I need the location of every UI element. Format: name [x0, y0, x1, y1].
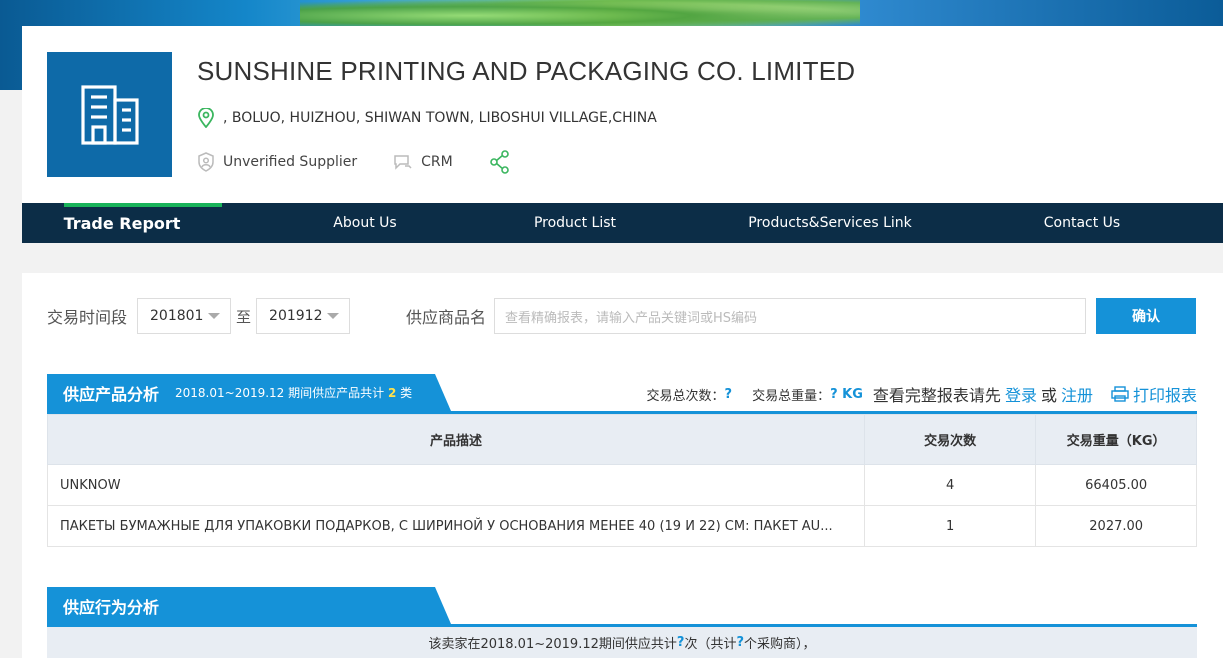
trade-report-panel: 交易时间段 201801 至 201912 供应商品名 查看精确报表，请输入产品… [22, 273, 1223, 658]
subtitle-pre: 2018.01~2019.12 期间供应产品共计 [175, 386, 385, 400]
total-count-value: ? [724, 386, 733, 402]
trade-stats: 交易总次数： ? 交易总重量： ? KG 查看完整报表请先 登录 或 注册 打印… [647, 382, 1197, 406]
company-address: , BOLUO, HUIZHOU, SHIWAN TOWN, LIBOSHUI … [197, 108, 657, 128]
table-header-row: 产品描述 交易次数 交易重量（KG） [47, 414, 1197, 465]
behavior-section-title: 供应行为分析 [63, 597, 160, 617]
col-header-desc: 产品描述 [47, 414, 865, 465]
company-meta: Unverified Supplier CRM [197, 150, 555, 174]
period-from-value: 201801 [150, 308, 204, 324]
supplier-status-label: Unverified Supplier [223, 154, 358, 170]
product-count: 2 [387, 386, 397, 400]
tab-product-list[interactable]: Product List [508, 203, 642, 243]
share-button[interactable] [489, 150, 519, 174]
company-name: SUNSHINE PRINTING AND PACKAGING CO. LIMI… [197, 56, 856, 86]
period-to-label: 至 [236, 307, 252, 326]
row-desc: ПАКЕТЫ БУМАЖНЫЕ ДЛЯ УПАКОВКИ ПОДАРКОВ, С… [47, 505, 865, 547]
table-row: UNKNOW 4 66405.00 [47, 464, 1197, 506]
total-weight-value: ? KG [830, 386, 863, 402]
summary-pre: 该卖家在2018.01~2019.12期间供应共计 [428, 637, 677, 652]
address-text: , BOLUO, HUIZHOU, SHIWAN TOWN, LIBOSHUI … [223, 110, 657, 126]
period-to-value: 201912 [269, 308, 323, 324]
behavior-section-header: 供应行为分析 [47, 587, 1197, 627]
row-count: 1 [863, 505, 1037, 547]
register-link[interactable]: 注册 [1061, 382, 1093, 406]
col-header-count: 交易次数 [863, 414, 1037, 465]
chevron-down-icon [208, 313, 221, 319]
summary-post: 个采购商）， [744, 637, 816, 652]
login-link[interactable]: 登录 [1005, 382, 1037, 406]
product-section-header: 供应产品分析 2018.01~2019.12 期间供应产品共计 2 类 交易总次… [47, 374, 1197, 414]
tab-about-us[interactable]: About Us [222, 203, 508, 243]
supplier-status: Unverified Supplier [197, 152, 357, 172]
printer-icon[interactable] [1111, 386, 1129, 402]
summary-q1: ? [676, 635, 685, 650]
share-icon [489, 150, 509, 174]
crm-label: CRM [421, 154, 453, 170]
or-text: 或 [1040, 386, 1057, 405]
product-section-tab: 供应产品分析 2018.01~2019.12 期间供应产品共计 2 类 [47, 374, 451, 411]
col-header-weight: 交易重量（KG） [1035, 414, 1197, 465]
shield-user-icon [198, 152, 214, 172]
table-row: ПАКЕТЫ БУМАЖНЫЕ ДЛЯ УПАКОВКИ ПОДАРКОВ, С… [47, 505, 1197, 547]
behavior-section-tab: 供应行为分析 [47, 587, 451, 624]
product-section-subtitle: 2018.01~2019.12 期间供应产品共计 2 类 [175, 384, 412, 401]
period-to-select[interactable]: 201912 [256, 298, 351, 334]
period-from-select[interactable]: 201801 [137, 298, 232, 334]
building-icon [80, 84, 139, 145]
product-section-title: 供应产品分析 [63, 384, 160, 404]
row-weight: 2027.00 [1035, 505, 1197, 547]
product-label: 供应商品名 [406, 308, 487, 327]
period-label: 交易时间段 [47, 308, 128, 327]
crm-icon [394, 155, 412, 170]
summary-q2: ? [736, 635, 744, 650]
company-card: SUNSHINE PRINTING AND PACKAGING CO. LIMI… [22, 26, 1223, 203]
row-count: 4 [863, 464, 1037, 506]
tab-contact-us[interactable]: Contact Us [1018, 203, 1146, 243]
product-search-input[interactable]: 查看精确报表，请输入产品关键词或HS编码 [494, 298, 1086, 334]
banner-decoration [300, 0, 860, 26]
period-filter: 交易时间段 201801 至 201912 供应商品名 [47, 298, 486, 334]
company-logo [47, 52, 172, 177]
product-table: 产品描述 交易次数 交易重量（KG） UNKNOW 4 66405.00 ПАК… [47, 414, 1197, 547]
row-weight: 66405.00 [1035, 464, 1197, 506]
tab-trade-report[interactable]: Trade Report [22, 203, 222, 243]
confirm-button[interactable]: 确认 [1096, 298, 1196, 334]
main-nav: Trade Report About Us Product List Produ… [22, 203, 1223, 243]
subtitle-post: 类 [400, 386, 413, 400]
total-count-label: 交易总次数： [646, 388, 725, 404]
tab-products-services-link[interactable]: Products&Services Link [642, 203, 1018, 243]
summary-mid: 次（共计 [684, 637, 737, 652]
location-pin-icon [198, 108, 214, 128]
chevron-down-icon [327, 313, 340, 319]
total-weight-label: 交易总重量： [752, 388, 831, 404]
crm-link[interactable]: CRM [393, 154, 453, 170]
print-report-link[interactable]: 打印报表 [1133, 382, 1197, 406]
behavior-summary: 该卖家在2018.01~2019.12期间供应共计 ? 次（共计 ? 个采购商）… [47, 627, 1197, 658]
login-prompt: 查看完整报表请先 [872, 386, 1001, 405]
row-desc: UNKNOW [47, 464, 865, 506]
